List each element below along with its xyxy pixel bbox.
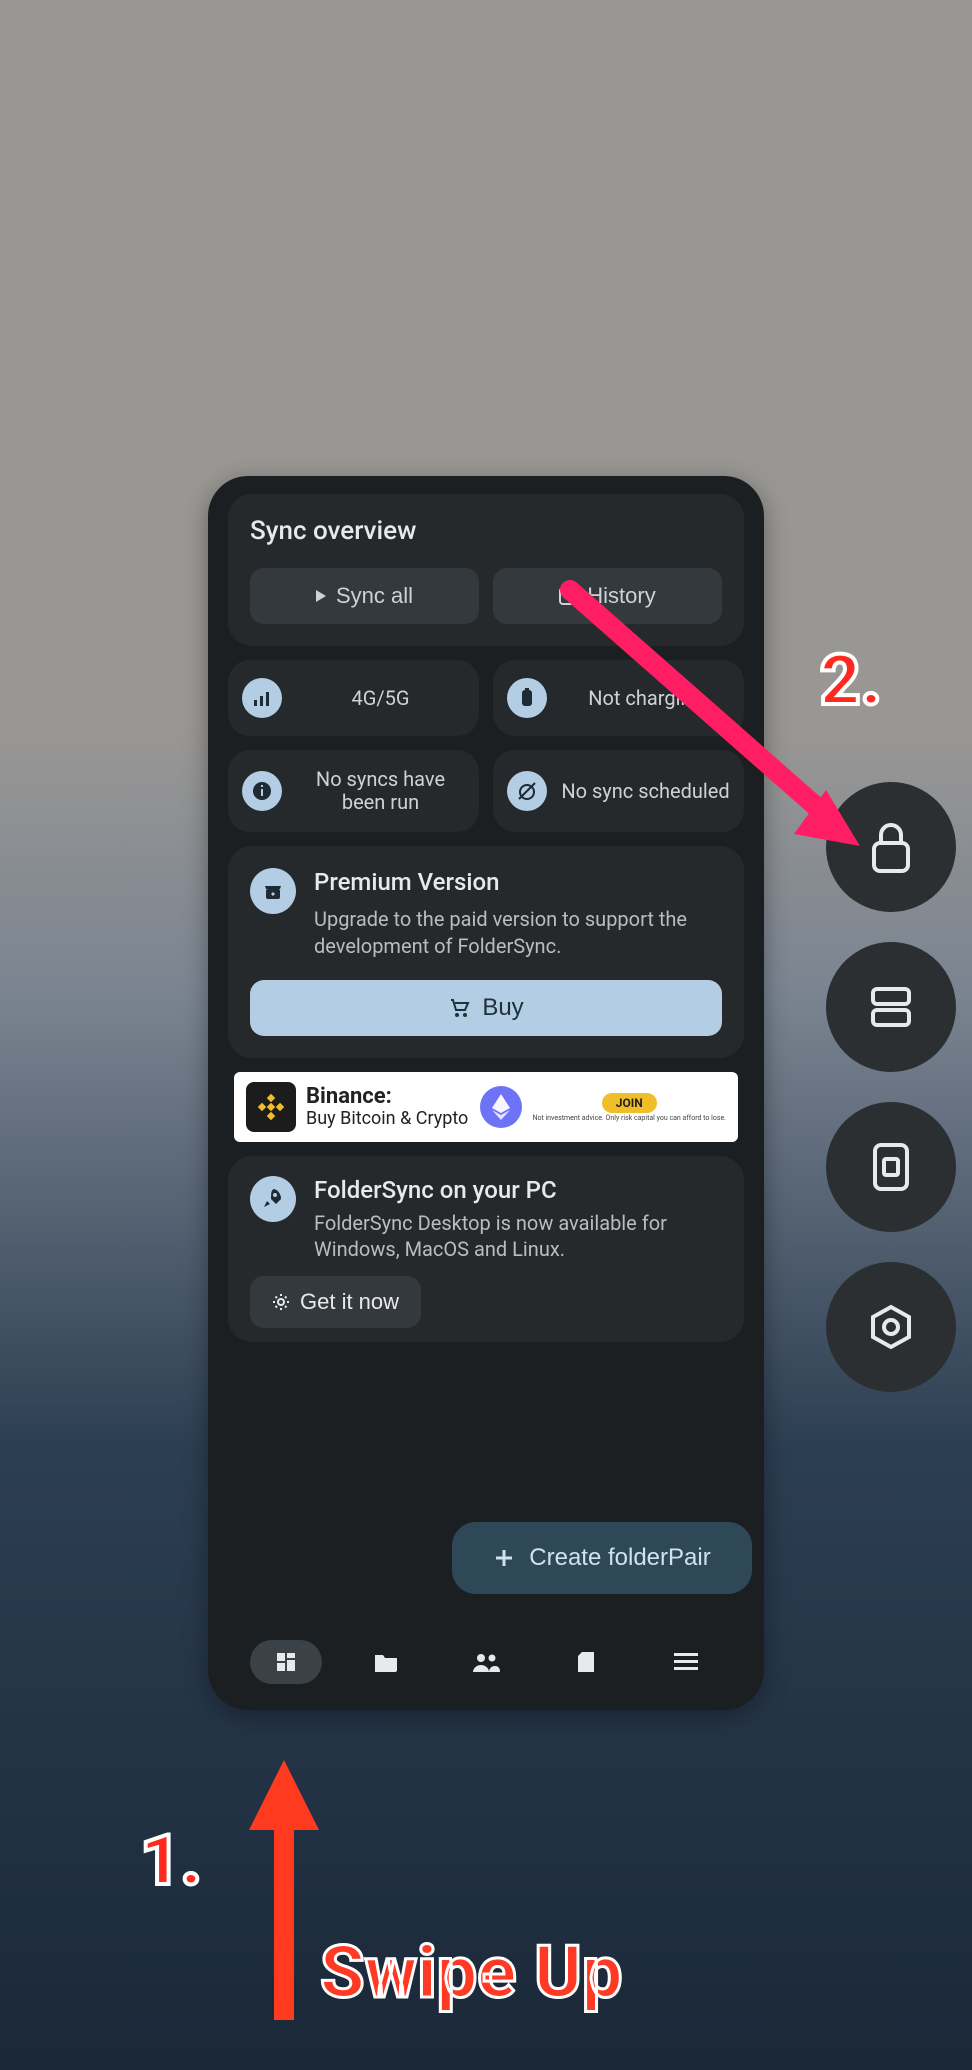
- nav-accounts[interactable]: [450, 1640, 522, 1684]
- signal-icon: [242, 678, 282, 718]
- ad-brand: Binance:: [306, 1084, 392, 1109]
- store-icon: [250, 868, 296, 914]
- folder-icon: [373, 1651, 399, 1673]
- pc-panel: FolderSync on your PC FolderSync Desktop…: [228, 1156, 744, 1342]
- pc-title: FolderSync on your PC: [314, 1176, 722, 1204]
- ad-cta[interactable]: JOIN: [602, 1093, 657, 1113]
- split-screen-icon: [867, 983, 915, 1031]
- annotation-arrow-diagonal-icon: [560, 580, 870, 880]
- plus-icon: [493, 1547, 515, 1569]
- ad-banner[interactable]: Binance: Buy Bitcoin & Crypto JOIN Not i…: [234, 1072, 738, 1142]
- pc-body: FolderSync Desktop is now available for …: [314, 1210, 722, 1262]
- recents-settings-button[interactable]: [826, 1262, 956, 1392]
- syncs-status-text: No syncs have been run: [296, 768, 465, 814]
- ad-text: Binance: Buy Bitcoin & Crypto: [306, 1085, 470, 1129]
- fab-label: Create folderPair: [529, 1544, 710, 1572]
- info-icon: [242, 771, 282, 811]
- screenshot-icon: [869, 1141, 913, 1193]
- get-it-now-button[interactable]: Get it now: [250, 1276, 421, 1328]
- annotation-swipe-up-label: Swipe Up: [320, 1930, 622, 2015]
- sync-all-button[interactable]: Sync all: [250, 568, 479, 624]
- bottom-nav: [228, 1622, 744, 1710]
- get-it-now-label: Get it now: [300, 1289, 399, 1315]
- premium-body: Upgrade to the paid version to support t…: [314, 906, 722, 960]
- nav-dashboard[interactable]: [250, 1640, 322, 1684]
- annotation-arrow-up-icon: [244, 1760, 324, 2020]
- annotation-step-1: 1.: [140, 1820, 202, 1902]
- ethereum-icon: [480, 1086, 522, 1128]
- buy-button[interactable]: Buy: [250, 980, 722, 1036]
- nav-folders[interactable]: [350, 1640, 422, 1684]
- network-status-text: 4G/5G: [296, 687, 465, 710]
- lock-icon: [866, 819, 916, 875]
- alarm-off-icon: [507, 771, 547, 811]
- sync-all-label: Sync all: [336, 583, 413, 609]
- nav-menu[interactable]: [650, 1640, 722, 1684]
- create-folderpair-fab[interactable]: Create folderPair: [452, 1522, 752, 1594]
- recents-screenshot-button[interactable]: [826, 1102, 956, 1232]
- recents-split-button[interactable]: [826, 942, 956, 1072]
- syncs-status-tile[interactable]: No syncs have been run: [228, 750, 479, 832]
- ad-fineprint: Not investment advice. Only risk capital…: [532, 1115, 726, 1122]
- settings-hex-icon: [866, 1302, 916, 1352]
- gear-icon: [272, 1293, 290, 1311]
- rocket-icon: [250, 1176, 296, 1222]
- cart-icon: [448, 997, 470, 1019]
- ad-logo-icon: [246, 1082, 296, 1132]
- sdcard-icon: [576, 1650, 596, 1674]
- menu-icon: [674, 1653, 698, 1671]
- dashboard-icon: [274, 1650, 298, 1674]
- play-icon: [316, 590, 326, 602]
- sync-overview-title: Sync overview: [250, 516, 722, 546]
- buy-label: Buy: [482, 994, 523, 1022]
- ad-line: Buy Bitcoin & Crypto: [306, 1108, 468, 1129]
- battery-icon: [507, 678, 547, 718]
- network-status-tile[interactable]: 4G/5G: [228, 660, 479, 736]
- nav-storage[interactable]: [550, 1640, 622, 1684]
- people-icon: [471, 1652, 501, 1672]
